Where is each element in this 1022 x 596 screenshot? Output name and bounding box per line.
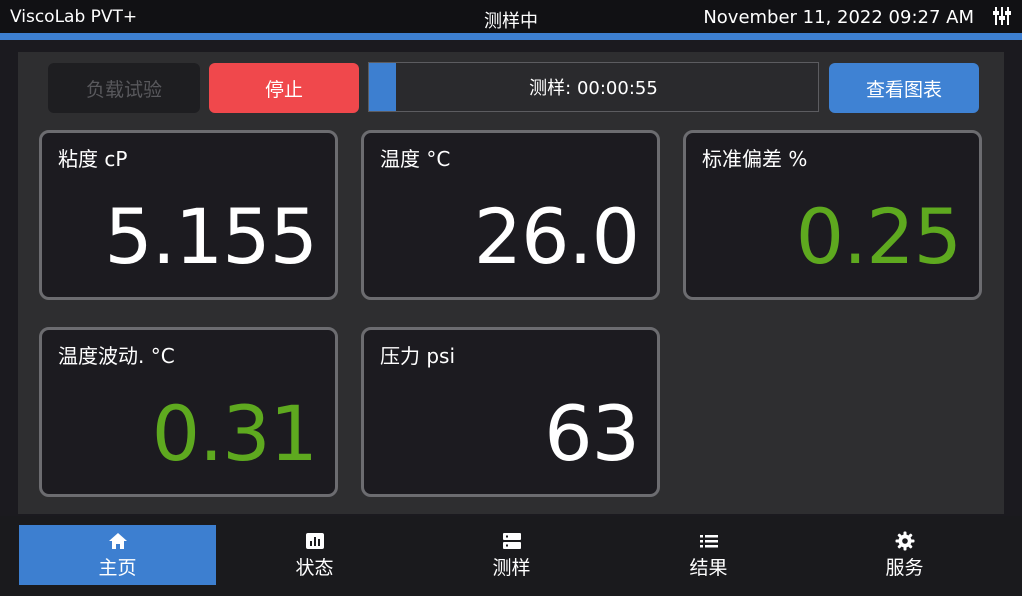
home-icon	[108, 531, 128, 551]
std-deviation-title: 标准偏差 %	[702, 147, 808, 171]
temperature-title: 温度 °C	[380, 147, 451, 171]
nav-results-label: 结果	[689, 557, 728, 579]
nav-home[interactable]: 主页	[19, 525, 216, 585]
nav-results[interactable]: 结果	[610, 525, 807, 585]
load-test-button: 负载试验	[48, 63, 200, 113]
nav-service-label: 服务	[885, 557, 924, 579]
temperature-fluctuation-value: 0.31	[151, 389, 318, 478]
nav-test[interactable]: 测样	[413, 525, 610, 585]
temperature-value: 26.0	[473, 192, 640, 281]
temperature-card: 温度 °C 26.0	[361, 130, 660, 300]
pressure-title: 压力 psi	[380, 344, 456, 368]
test-progress-bar: 测样: 00:00:55	[368, 62, 819, 112]
temperature-fluctuation-title: 温度波动. °C	[58, 344, 175, 368]
gear-icon	[895, 531, 915, 551]
view-chart-button[interactable]: 查看图表	[829, 63, 979, 113]
viscosity-value: 5.155	[104, 192, 318, 281]
status-bar: ViscoLab PVT+ 测样中 November 11, 2022 09:2…	[0, 0, 1022, 34]
nav-home-label: 主页	[98, 557, 137, 579]
viscosity-title: 粘度 cP	[58, 147, 128, 171]
nav-service[interactable]: 服务	[806, 525, 1003, 585]
server-icon	[502, 531, 522, 551]
bottom-nav: 主页 状态 测样 结果 服务	[0, 516, 1022, 596]
pressure-value: 63	[544, 389, 640, 478]
datetime: November 11, 2022 09:27 AM	[703, 7, 974, 28]
bar-chart-icon	[305, 531, 325, 551]
std-deviation-value: 0.25	[795, 192, 962, 281]
list-icon	[699, 531, 719, 551]
viscosity-card: 粘度 cP 5.155	[39, 130, 338, 300]
std-deviation-card: 标准偏差 % 0.25	[683, 130, 982, 300]
progress-label: 测样: 00:00:55	[529, 78, 658, 99]
nav-test-label: 测样	[492, 557, 531, 579]
nav-status-label: 状态	[295, 557, 334, 579]
temperature-fluctuation-card: 温度波动. °C 0.31	[39, 327, 338, 497]
sliders-icon[interactable]	[992, 7, 1012, 25]
accent-divider	[0, 33, 1022, 40]
stop-button[interactable]: 停止	[209, 63, 359, 113]
pressure-card: 压力 psi 63	[361, 327, 660, 497]
nav-status[interactable]: 状态	[216, 525, 413, 585]
